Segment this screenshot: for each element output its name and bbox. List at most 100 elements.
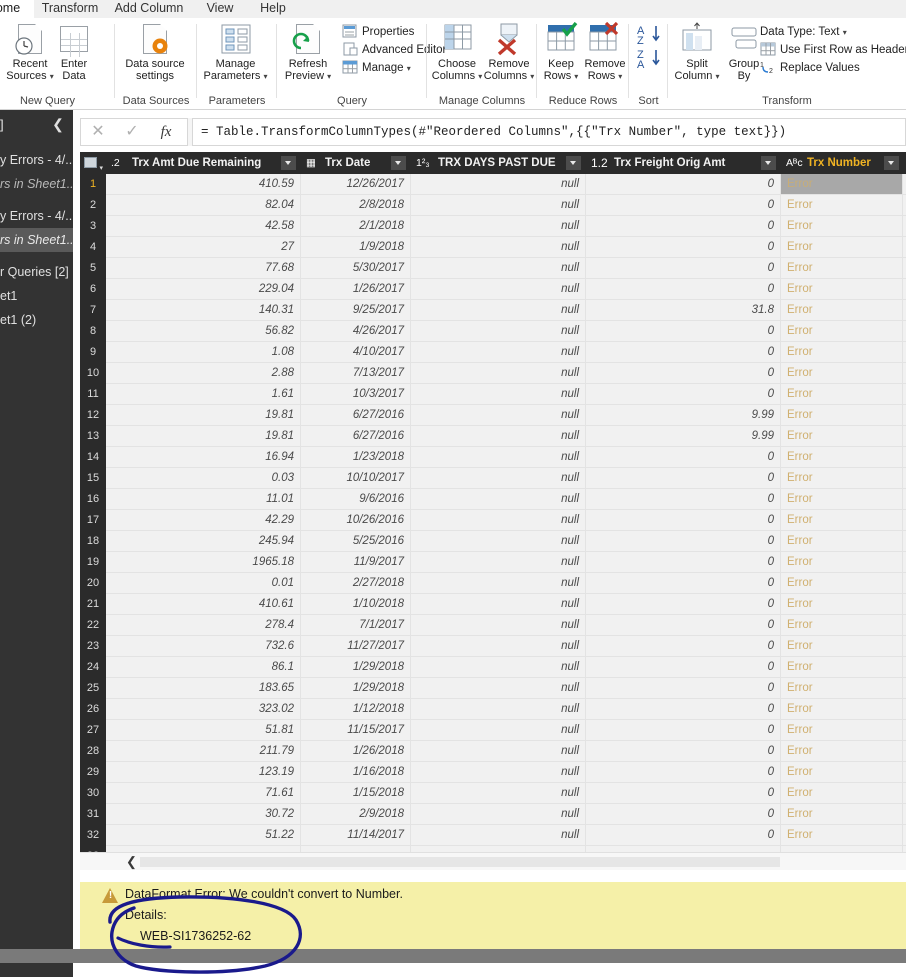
grid-corner-button[interactable]: ▾ — [80, 152, 106, 174]
cell-trx-amt-due-remaining[interactable]: 0.01 — [106, 573, 301, 594]
cell-trx-days-past-due[interactable]: null — [411, 321, 586, 342]
table-row[interactable]: 3 42.58 2/1/2018 null 0 Error — [80, 216, 906, 237]
table-row[interactable]: 4 27 1/9/2018 null 0 Error — [80, 237, 906, 258]
column-header-trx-number[interactable]: Aᴮᴄ Trx Number — [781, 152, 903, 174]
properties-button[interactable]: Properties — [342, 24, 414, 40]
cell-trx-days-past-due[interactable]: null — [411, 342, 586, 363]
cell-trx-freight-orig-amt[interactable]: 9.99 — [586, 426, 781, 447]
cell-trx-date[interactable]: 1/10/2018 — [301, 594, 411, 615]
cell-trx-days-past-due[interactable]: null — [411, 279, 586, 300]
row-number[interactable]: 27 — [80, 720, 106, 741]
keep-rows-button[interactable]: Keep Rows ▾ — [539, 21, 583, 83]
row-number[interactable]: 17 — [80, 510, 106, 531]
table-row[interactable]: 15 0.03 10/10/2017 null 0 Error — [80, 468, 906, 489]
query-item-4[interactable]: r Queries [2] — [0, 260, 73, 284]
column-filter-icon[interactable] — [281, 156, 296, 170]
accept-icon[interactable]: ✓ — [115, 119, 149, 145]
table-row[interactable]: 16 11.01 9/6/2016 null 0 Error — [80, 489, 906, 510]
cell-trx-number[interactable]: Error — [781, 573, 903, 594]
row-number[interactable]: 12 — [80, 405, 106, 426]
cell-trx-days-past-due[interactable]: null — [411, 636, 586, 657]
cell-trx-days-past-due[interactable]: null — [411, 699, 586, 720]
cell-trx-amt-due-remaining[interactable]: 410.59 — [106, 174, 301, 195]
row-number[interactable]: 16 — [80, 489, 106, 510]
cancel-icon[interactable]: ✕ — [81, 119, 115, 145]
cell-trx-number[interactable]: Error — [781, 510, 903, 531]
cell-trx-date[interactable]: 11/15/2017 — [301, 720, 411, 741]
column-header-trx-date[interactable]: ▦ Trx Date — [301, 152, 411, 174]
cell-trx-freight-orig-amt[interactable]: 0 — [586, 573, 781, 594]
cell-trx-amt-due-remaining[interactable]: 42.58 — [106, 216, 301, 237]
row-number[interactable]: 20 — [80, 573, 106, 594]
cell-trx-number[interactable]: Error — [781, 300, 903, 321]
cell-trx-date[interactable]: 10/10/2017 — [301, 468, 411, 489]
cell-trx-date[interactable]: 4/10/2017 — [301, 342, 411, 363]
cell-trx-freight-orig-amt[interactable]: 0 — [586, 468, 781, 489]
cell-trx-date[interactable]: 2/9/2018 — [301, 804, 411, 825]
cell-trx-amt-due-remaining[interactable]: 140.31 — [106, 300, 301, 321]
cell-trx-freight-orig-amt[interactable]: 0 — [586, 741, 781, 762]
cell-trx-days-past-due[interactable]: null — [411, 615, 586, 636]
cell-trx-amt-due-remaining[interactable]: 0.03 — [106, 468, 301, 489]
query-item-5[interactable]: et1 — [0, 284, 73, 308]
cell-trx-number[interactable]: Error — [781, 825, 903, 846]
table-row[interactable]: 11 1.61 10/3/2017 null 0 Error — [80, 384, 906, 405]
cell-trx-number[interactable]: Error — [781, 657, 903, 678]
row-number[interactable]: 5 — [80, 258, 106, 279]
table-row[interactable]: 5 77.68 5/30/2017 null 0 Error — [80, 258, 906, 279]
cell-trx-amt-due-remaining[interactable]: 77.68 — [106, 258, 301, 279]
cell-trx-freight-orig-amt[interactable]: 0 — [586, 699, 781, 720]
cell-trx-number[interactable]: Error — [781, 174, 903, 195]
row-number[interactable]: 11 — [80, 384, 106, 405]
cell-trx-amt-due-remaining[interactable]: 229.04 — [106, 279, 301, 300]
cell-trx-amt-due-remaining[interactable]: 1.08 — [106, 342, 301, 363]
remove-rows-button[interactable]: Remove Rows ▾ — [579, 21, 631, 83]
tab-add-column[interactable]: Add Column — [106, 0, 192, 18]
table-row[interactable]: 31 30.72 2/9/2018 null 0 Error — [80, 804, 906, 825]
fx-icon[interactable]: fx — [149, 119, 183, 145]
tab-help[interactable]: Help — [248, 0, 298, 18]
table-row[interactable]: 18 245.94 5/25/2016 null 0 Error — [80, 531, 906, 552]
cell-trx-days-past-due[interactable]: null — [411, 804, 586, 825]
cell-trx-date[interactable]: 1/23/2018 — [301, 447, 411, 468]
query-item-0[interactable]: y Errors - 4/... — [0, 148, 73, 172]
cell-trx-date[interactable]: 10/26/2016 — [301, 510, 411, 531]
cell-trx-days-past-due[interactable]: null — [411, 426, 586, 447]
cell-trx-days-past-due[interactable]: null — [411, 573, 586, 594]
cell-trx-freight-orig-amt[interactable]: 0 — [586, 720, 781, 741]
enter-data-button[interactable]: Enter Data — [52, 22, 96, 82]
cell-trx-freight-orig-amt[interactable]: 31.8 — [586, 300, 781, 321]
column-header-trx-freight-orig-amt[interactable]: 1.2 Trx Freight Orig Amt — [586, 152, 781, 174]
cell-trx-freight-orig-amt[interactable]: 0 — [586, 636, 781, 657]
cell-trx-date[interactable]: 1/29/2018 — [301, 657, 411, 678]
table-row[interactable]: 8 56.82 4/26/2017 null 0 Error — [80, 321, 906, 342]
cell-trx-number[interactable]: Error — [781, 258, 903, 279]
cell-trx-number[interactable]: Error — [781, 342, 903, 363]
cell-trx-number[interactable]: Error — [781, 720, 903, 741]
cell-trx-days-past-due[interactable]: null — [411, 657, 586, 678]
cell-trx-number[interactable]: Error — [781, 363, 903, 384]
tab-view[interactable]: View — [192, 0, 248, 18]
row-number[interactable]: 3 — [80, 216, 106, 237]
cell-trx-number[interactable]: Error — [781, 384, 903, 405]
cell-trx-number[interactable]: Error — [781, 321, 903, 342]
cell-trx-amt-due-remaining[interactable]: 27 — [106, 237, 301, 258]
cell-trx-amt-due-remaining[interactable]: 410.61 — [106, 594, 301, 615]
row-number[interactable]: 15 — [80, 468, 106, 489]
cell-trx-date[interactable]: 11/9/2017 — [301, 552, 411, 573]
cell-trx-amt-due-remaining[interactable]: 1.61 — [106, 384, 301, 405]
row-number[interactable]: 13 — [80, 426, 106, 447]
cell-trx-freight-orig-amt[interactable]: 0 — [586, 615, 781, 636]
table-row[interactable]: 17 42.29 10/26/2016 null 0 Error — [80, 510, 906, 531]
cell-trx-days-past-due[interactable]: null — [411, 720, 586, 741]
cell-trx-days-past-due[interactable]: null — [411, 531, 586, 552]
table-row[interactable]: 19 1965.18 11/9/2017 null 0 Error — [80, 552, 906, 573]
cell-trx-days-past-due[interactable]: null — [411, 237, 586, 258]
cell-trx-date[interactable]: 6/27/2016 — [301, 426, 411, 447]
manage-parameters-button[interactable]: Manage Parameters ▾ — [197, 22, 274, 83]
cell-trx-days-past-due[interactable]: null — [411, 216, 586, 237]
scrollbar-thumb[interactable] — [140, 857, 780, 867]
column-header-trx-days-past-due[interactable]: 1²₃ TRX DAYS PAST DUE — [411, 152, 586, 174]
cell-trx-number[interactable]: Error — [781, 804, 903, 825]
tab-transform[interactable]: Transform — [34, 0, 106, 18]
